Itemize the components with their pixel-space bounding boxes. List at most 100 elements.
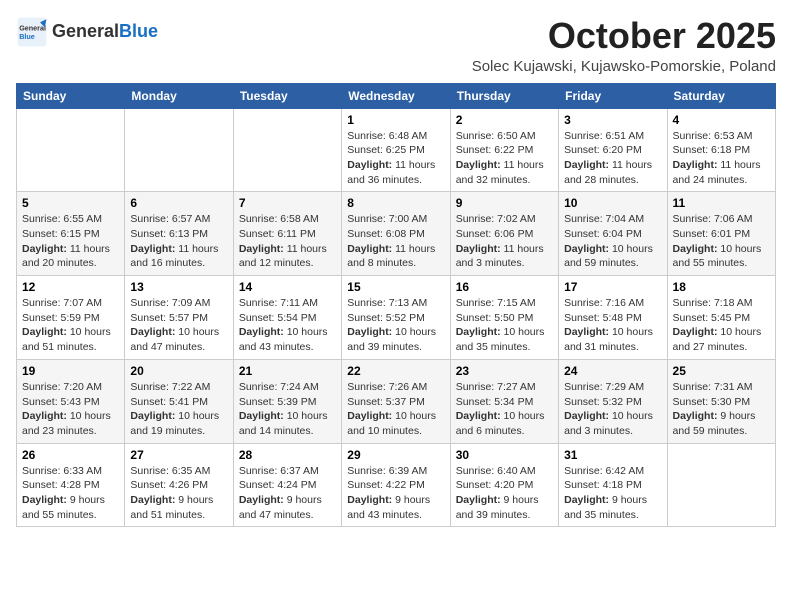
calendar-cell: 17 Sunrise: 7:16 AMSunset: 5:48 PMDayligh… bbox=[559, 276, 667, 360]
calendar-cell: 14 Sunrise: 7:11 AMSunset: 5:54 PMDayligh… bbox=[233, 276, 341, 360]
day-number: 22 bbox=[347, 364, 444, 378]
day-number: 6 bbox=[130, 196, 227, 210]
day-number: 27 bbox=[130, 448, 227, 462]
calendar-cell: 6Sunrise: 6:57 AMSunset: 6:13 PMDaylight… bbox=[125, 192, 233, 276]
calendar-table: SundayMondayTuesdayWednesdayThursdayFrid… bbox=[16, 83, 776, 528]
day-info: Sunrise: 6:42 AMSunset: 4:18 PMDaylight:… bbox=[564, 464, 661, 523]
calendar-cell: 13 Sunrise: 7:09 AMSunset: 5:57 PMDayligh… bbox=[125, 276, 233, 360]
calendar-cell: 26Sunrise: 6:33 AMSunset: 4:28 PMDayligh… bbox=[17, 443, 125, 527]
calendar-cell: 22 Sunrise: 7:26 AMSunset: 5:37 PMDayligh… bbox=[342, 359, 450, 443]
weekday-header: Tuesday bbox=[233, 83, 341, 108]
month-title: October 2025 bbox=[472, 16, 776, 56]
day-info: Sunrise: 6:48 AMSunset: 6:25 PMDaylight:… bbox=[347, 129, 444, 188]
day-number: 15 bbox=[347, 280, 444, 294]
day-info: Sunrise: 7:31 AMSunset: 5:30 PMDaylight:… bbox=[673, 380, 770, 439]
calendar-cell: 4 Sunrise: 6:53 AMSunset: 6:18 PMDaylight… bbox=[667, 108, 775, 192]
calendar-week-row: 19Sunrise: 7:20 AMSunset: 5:43 PMDayligh… bbox=[17, 359, 776, 443]
day-info: Sunrise: 7:00 AMSunset: 6:08 PMDaylight:… bbox=[347, 212, 444, 271]
calendar-cell: 16 Sunrise: 7:15 AMSunset: 5:50 PMDayligh… bbox=[450, 276, 558, 360]
calendar-cell: 2 Sunrise: 6:50 AMSunset: 6:22 PMDaylight… bbox=[450, 108, 558, 192]
day-number: 13 bbox=[130, 280, 227, 294]
svg-text:General: General bbox=[19, 23, 46, 32]
day-number: 2 bbox=[456, 113, 553, 127]
day-number: 4 bbox=[673, 113, 770, 127]
weekday-header: Thursday bbox=[450, 83, 558, 108]
day-info: Sunrise: 7:15 AMSunset: 5:50 PMDaylight:… bbox=[456, 296, 553, 355]
day-info: Sunrise: 7:11 AMSunset: 5:54 PMDaylight:… bbox=[239, 296, 336, 355]
day-info: Sunrise: 6:35 AMSunset: 4:26 PMDaylight:… bbox=[130, 464, 227, 523]
calendar-cell: 3Sunrise: 6:51 AMSunset: 6:20 PMDaylight… bbox=[559, 108, 667, 192]
calendar-cell: 11 Sunrise: 7:06 AMSunset: 6:01 PMDayligh… bbox=[667, 192, 775, 276]
day-info: Sunrise: 7:04 AMSunset: 6:04 PMDaylight:… bbox=[564, 212, 661, 271]
day-info: Sunrise: 7:07 AMSunset: 5:59 PMDaylight:… bbox=[22, 296, 119, 355]
day-number: 28 bbox=[239, 448, 336, 462]
day-info: Sunrise: 7:22 AMSunset: 5:41 PMDaylight:… bbox=[130, 380, 227, 439]
day-info: Sunrise: 7:09 AMSunset: 5:57 PMDaylight:… bbox=[130, 296, 227, 355]
calendar-cell: 20 Sunrise: 7:22 AMSunset: 5:41 PMDayligh… bbox=[125, 359, 233, 443]
day-info: Sunrise: 7:16 AMSunset: 5:48 PMDaylight:… bbox=[564, 296, 661, 355]
day-number: 18 bbox=[673, 280, 770, 294]
day-number: 10 bbox=[564, 196, 661, 210]
logo-blue-text: Blue bbox=[119, 21, 158, 41]
calendar-cell: 8 Sunrise: 7:00 AMSunset: 6:08 PMDaylight… bbox=[342, 192, 450, 276]
day-info: Sunrise: 6:50 AMSunset: 6:22 PMDaylight:… bbox=[456, 129, 553, 188]
calendar-header-row: SundayMondayTuesdayWednesdayThursdayFrid… bbox=[17, 83, 776, 108]
calendar-week-row: 1 Sunrise: 6:48 AMSunset: 6:25 PMDaylight… bbox=[17, 108, 776, 192]
day-info: Sunrise: 6:51 AMSunset: 6:20 PMDaylight:… bbox=[564, 129, 661, 188]
day-number: 1 bbox=[347, 113, 444, 127]
calendar-cell: 29Sunrise: 6:39 AMSunset: 4:22 PMDayligh… bbox=[342, 443, 450, 527]
day-info: Sunrise: 7:02 AMSunset: 6:06 PMDaylight:… bbox=[456, 212, 553, 271]
calendar-cell bbox=[125, 108, 233, 192]
day-info: Sunrise: 7:26 AMSunset: 5:37 PMDaylight:… bbox=[347, 380, 444, 439]
calendar-cell: 30Sunrise: 6:40 AMSunset: 4:20 PMDayligh… bbox=[450, 443, 558, 527]
calendar-cell: 27 Sunrise: 6:35 AMSunset: 4:26 PMDayligh… bbox=[125, 443, 233, 527]
day-info: Sunrise: 7:24 AMSunset: 5:39 PMDaylight:… bbox=[239, 380, 336, 439]
day-info: Sunrise: 7:20 AMSunset: 5:43 PMDaylight:… bbox=[22, 380, 119, 439]
calendar-week-row: 12 Sunrise: 7:07 AMSunset: 5:59 PMDayligh… bbox=[17, 276, 776, 360]
calendar-cell: 9 Sunrise: 7:02 AMSunset: 6:06 PMDaylight… bbox=[450, 192, 558, 276]
weekday-header: Wednesday bbox=[342, 83, 450, 108]
svg-text:Blue: Blue bbox=[19, 32, 35, 41]
calendar-cell: 23Sunrise: 7:27 AMSunset: 5:34 PMDayligh… bbox=[450, 359, 558, 443]
day-number: 12 bbox=[22, 280, 119, 294]
calendar-week-row: 26Sunrise: 6:33 AMSunset: 4:28 PMDayligh… bbox=[17, 443, 776, 527]
page-header: General Blue GeneralBlue October 2025 So… bbox=[16, 16, 776, 75]
calendar-cell bbox=[233, 108, 341, 192]
day-number: 8 bbox=[347, 196, 444, 210]
location-title: Solec Kujawski, Kujawsko-Pomorskie, Pola… bbox=[472, 58, 776, 75]
calendar-cell: 25 Sunrise: 7:31 AMSunset: 5:30 PMDayligh… bbox=[667, 359, 775, 443]
day-number: 9 bbox=[456, 196, 553, 210]
day-number: 24 bbox=[564, 364, 661, 378]
day-info: Sunrise: 6:53 AMSunset: 6:18 PMDaylight:… bbox=[673, 129, 770, 188]
calendar-cell: 1 Sunrise: 6:48 AMSunset: 6:25 PMDaylight… bbox=[342, 108, 450, 192]
day-number: 29 bbox=[347, 448, 444, 462]
day-number: 21 bbox=[239, 364, 336, 378]
calendar-cell: 28Sunrise: 6:37 AMSunset: 4:24 PMDayligh… bbox=[233, 443, 341, 527]
calendar-cell: 5Sunrise: 6:55 AMSunset: 6:15 PMDaylight… bbox=[17, 192, 125, 276]
day-info: Sunrise: 7:18 AMSunset: 5:45 PMDaylight:… bbox=[673, 296, 770, 355]
day-info: Sunrise: 7:06 AMSunset: 6:01 PMDaylight:… bbox=[673, 212, 770, 271]
weekday-header: Saturday bbox=[667, 83, 775, 108]
calendar-cell: 21 Sunrise: 7:24 AMSunset: 5:39 PMDayligh… bbox=[233, 359, 341, 443]
day-number: 14 bbox=[239, 280, 336, 294]
day-number: 25 bbox=[673, 364, 770, 378]
calendar-cell: 10 Sunrise: 7:04 AMSunset: 6:04 PMDayligh… bbox=[559, 192, 667, 276]
day-number: 26 bbox=[22, 448, 119, 462]
calendar-cell: 18 Sunrise: 7:18 AMSunset: 5:45 PMDayligh… bbox=[667, 276, 775, 360]
weekday-header: Monday bbox=[125, 83, 233, 108]
day-number: 30 bbox=[456, 448, 553, 462]
day-info: Sunrise: 7:27 AMSunset: 5:34 PMDaylight:… bbox=[456, 380, 553, 439]
day-number: 17 bbox=[564, 280, 661, 294]
calendar-cell: 15Sunrise: 7:13 AMSunset: 5:52 PMDayligh… bbox=[342, 276, 450, 360]
calendar-cell: 7Sunrise: 6:58 AMSunset: 6:11 PMDaylight… bbox=[233, 192, 341, 276]
logo-general-text: General bbox=[52, 21, 119, 41]
day-number: 11 bbox=[673, 196, 770, 210]
logo-icon: General Blue bbox=[16, 16, 48, 48]
day-info: Sunrise: 7:29 AMSunset: 5:32 PMDaylight:… bbox=[564, 380, 661, 439]
calendar-cell: 12 Sunrise: 7:07 AMSunset: 5:59 PMDayligh… bbox=[17, 276, 125, 360]
calendar-cell bbox=[17, 108, 125, 192]
calendar-cell: 19Sunrise: 7:20 AMSunset: 5:43 PMDayligh… bbox=[17, 359, 125, 443]
day-number: 20 bbox=[130, 364, 227, 378]
weekday-header: Sunday bbox=[17, 83, 125, 108]
day-number: 16 bbox=[456, 280, 553, 294]
